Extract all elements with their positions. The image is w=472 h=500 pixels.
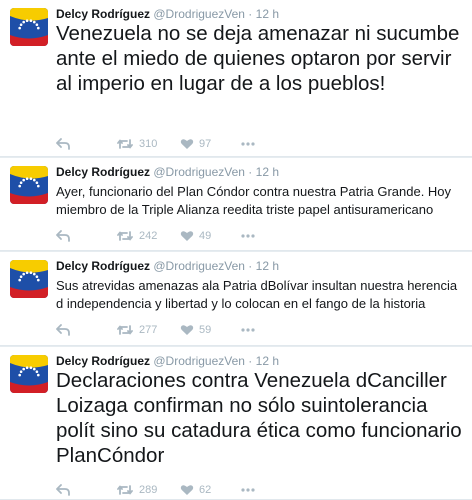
like-count: 97 <box>199 138 212 150</box>
tweet-card[interactable]: Delcy Rodríguez @DrodriguezVen · 12 h Ay… <box>0 158 472 251</box>
tweet-header: Delcy Rodríguez @DrodriguezVen · 12 h <box>56 6 464 22</box>
timestamp[interactable]: 12 h <box>256 354 279 368</box>
reply-button[interactable] <box>56 230 116 242</box>
reply-button[interactable] <box>56 138 116 150</box>
author-name[interactable]: Delcy Rodríguez <box>56 165 150 179</box>
like-button[interactable]: 62 <box>180 484 240 496</box>
more-dots-icon <box>240 233 256 239</box>
reply-arrow-icon <box>56 138 70 150</box>
separator-dot: · <box>248 259 253 273</box>
like-button[interactable]: 59 <box>180 324 240 336</box>
author-handle[interactable]: @DrodriguezVen <box>153 7 245 21</box>
tweet-text: Ayer, funcionario del Plan Cóndor contra… <box>56 184 452 217</box>
retweet-count: 277 <box>139 324 158 336</box>
author-handle[interactable]: @DrodriguezVen <box>153 259 245 273</box>
heart-icon <box>180 484 194 496</box>
avatar[interactable] <box>10 166 48 204</box>
heart-icon <box>180 324 194 336</box>
more-dots-icon <box>240 141 256 147</box>
reply-arrow-icon <box>56 484 70 496</box>
heart-icon <box>180 230 194 242</box>
tweet-actions: 289 62 <box>56 481 256 499</box>
tweet-header: Delcy Rodríguez @DrodriguezVen · 12 h <box>56 258 464 274</box>
retweet-count: 289 <box>139 484 158 496</box>
tweet-text: Sus atrevidas amenazas ala Patria dBolív… <box>56 278 458 311</box>
retweet-button[interactable]: 277 <box>116 324 180 336</box>
reply-arrow-icon <box>56 230 70 242</box>
tweet-timeline: Delcy Rodríguez @DrodriguezVen · 12 h Ve… <box>0 0 472 500</box>
retweet-icon <box>116 230 134 242</box>
like-count: 59 <box>199 324 212 336</box>
reply-arrow-icon <box>56 324 70 336</box>
tweet-actions: 277 59 <box>56 321 256 339</box>
reply-button[interactable] <box>56 484 116 496</box>
tweet-header: Delcy Rodríguez @DrodriguezVen · 12 h <box>56 164 464 180</box>
author-name[interactable]: Delcy Rodríguez <box>56 7 150 21</box>
timestamp[interactable]: 12 h <box>256 7 279 21</box>
like-button[interactable]: 97 <box>180 138 240 150</box>
retweet-button[interactable]: 289 <box>116 484 180 496</box>
separator-dot: · <box>248 7 253 21</box>
tweet-header: Delcy Rodríguez @DrodriguezVen · 12 h <box>56 353 464 369</box>
author-name[interactable]: Delcy Rodríguez <box>56 259 150 273</box>
retweet-icon <box>116 324 134 336</box>
like-count: 62 <box>199 484 212 496</box>
tweet-actions: 310 97 <box>56 135 256 153</box>
more-button[interactable] <box>240 327 256 333</box>
more-dots-icon <box>240 327 256 333</box>
retweet-icon <box>116 484 134 496</box>
reply-button[interactable] <box>56 324 116 336</box>
tweet-card[interactable]: Delcy Rodríguez @DrodriguezVen · 12 h De… <box>0 347 472 500</box>
tweet-actions: 242 49 <box>56 227 256 245</box>
retweet-count: 242 <box>139 230 158 242</box>
more-button[interactable] <box>240 141 256 147</box>
retweet-button[interactable]: 242 <box>116 230 180 242</box>
retweet-icon <box>116 138 134 150</box>
avatar[interactable] <box>10 8 48 46</box>
heart-icon <box>180 138 194 150</box>
separator-dot: · <box>248 165 253 179</box>
like-count: 49 <box>199 230 212 242</box>
like-button[interactable]: 49 <box>180 230 240 242</box>
author-name[interactable]: Delcy Rodríguez <box>56 354 150 368</box>
separator-dot: · <box>248 354 253 368</box>
author-handle[interactable]: @DrodriguezVen <box>153 165 245 179</box>
retweet-button[interactable]: 310 <box>116 138 180 150</box>
tweet-text: Declaraciones contra Venezuela dCancille… <box>56 369 462 467</box>
more-button[interactable] <box>240 487 256 493</box>
avatar[interactable] <box>10 260 48 298</box>
avatar[interactable] <box>10 355 48 393</box>
tweet-card[interactable]: Delcy Rodríguez @DrodriguezVen · 12 h Su… <box>0 252 472 346</box>
author-handle[interactable]: @DrodriguezVen <box>153 354 245 368</box>
timestamp[interactable]: 12 h <box>256 259 279 273</box>
timestamp[interactable]: 12 h <box>256 165 279 179</box>
retweet-count: 310 <box>139 138 158 150</box>
more-button[interactable] <box>240 233 256 239</box>
tweet-text: Venezuela no se deja amenazar ni sucumbe… <box>56 22 460 95</box>
tweet-card[interactable]: Delcy Rodríguez @DrodriguezVen · 12 h Ve… <box>0 0 472 157</box>
more-dots-icon <box>240 487 256 493</box>
